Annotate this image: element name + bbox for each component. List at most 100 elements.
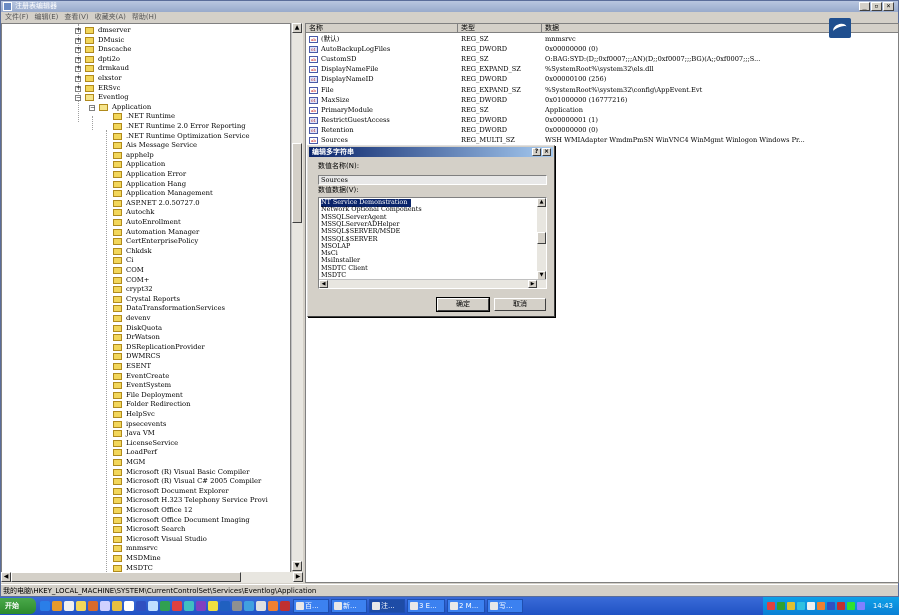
tree-item[interactable]: MGM [2,458,290,468]
tree-item[interactable]: CertEnterprisePolicy [2,237,290,247]
value-row[interactable]: 01 DisplayNameID REG_DWORD 0x00000100 (256) [306,74,898,84]
calendar-icon[interactable] [256,601,266,611]
value-row[interactable]: ab CustomSD REG_SZ O:BAG:SYD:(D;;0xf0007;;;… [306,54,898,64]
value-row[interactable]: ab DisplayNameFile REG_EXPAND_SZ %SystemRoo… [306,64,898,74]
tray-security-icon[interactable] [837,602,845,610]
tree-item[interactable]: .NET Runtime Optimization Service [2,132,290,142]
document-icon[interactable] [124,601,134,611]
scroll-up-arrow-icon[interactable]: ▲ [292,23,302,33]
task-button-6[interactable]: 写... [487,599,523,613]
value-name-field[interactable]: Sources [318,175,547,185]
tree-vertical-scrollbar[interactable]: ▲ ▼ [291,23,303,571]
tree-item[interactable]: Crystal Reports [2,295,290,305]
menu-view[interactable]: 查看(V) [64,12,88,22]
tree-item[interactable]: Microsoft Document Explorer [2,487,290,497]
tree-item[interactable]: LicenseService [2,439,290,449]
tree-item[interactable]: + drmkaud [2,64,290,74]
dialog-title-bar[interactable]: 编辑多字符串 ? × [309,147,553,157]
tree-item[interactable]: Autochk [2,208,290,218]
tree-item[interactable]: Microsoft Search [2,525,290,535]
column-type[interactable]: 类型 [458,24,542,33]
chart-icon[interactable] [160,601,170,611]
textarea-scroll-thumb[interactable] [537,232,546,244]
textarea-scroll-right-icon[interactable]: ▶ [528,280,537,288]
task-button-2[interactable]: 新... [331,599,367,613]
tree-expander-icon[interactable]: + [75,76,81,82]
tree-item[interactable]: DWMRCS [2,352,290,362]
menu-edit[interactable]: 编辑(E) [35,12,59,22]
tray-misc-icon[interactable] [857,602,865,610]
task-button-4[interactable]: 3 E... [407,599,445,613]
tree-item[interactable]: Microsoft (R) Visual Basic Compiler [2,468,290,478]
dialog-close-button[interactable]: × [542,148,551,156]
task-button-5[interactable]: 2 M... [447,599,485,613]
tree-item[interactable]: + DMusic [2,36,290,46]
dialog-help-button[interactable]: ? [532,148,541,156]
textarea-scroll-left-icon[interactable]: ◀ [319,280,328,288]
tree-horizontal-scrollbar[interactable]: ◀ ▶ [1,572,303,583]
tree-item[interactable]: Chkdsk [2,247,290,257]
star-icon[interactable] [208,601,218,611]
music-icon[interactable] [172,601,182,611]
tree-item[interactable]: HelpSvc [2,410,290,420]
security-icon[interactable] [280,601,290,611]
value-row[interactable]: ab File REG_EXPAND_SZ %SystemRoot%\system32… [306,85,898,95]
menu-file[interactable]: 文件(F) [5,12,29,22]
tree-hscroll-thumb[interactable] [11,572,241,582]
tree-item[interactable]: Automation Manager [2,228,290,238]
network-icon[interactable] [196,601,206,611]
textarea-scroll-up-icon[interactable]: ▲ [537,198,546,207]
photo-icon[interactable] [184,601,194,611]
tray-chat-icon[interactable] [817,602,825,610]
tree-item[interactable]: Folder Redirection [2,400,290,410]
minimize-button[interactable]: _ [859,2,870,11]
title-bar[interactable]: 注册表编辑器 _ ▫ × [1,1,898,12]
value-row[interactable]: 01 MaxSize REG_DWORD 0x01000000 (16777216) [306,95,898,105]
tree-item[interactable]: Application Hang [2,180,290,190]
tree-item[interactable]: ipsecevents [2,420,290,430]
task-button-1[interactable]: 百... [293,599,329,613]
tree-item[interactable]: + Dnscache [2,45,290,55]
scroll-down-arrow-icon[interactable]: ▼ [292,561,302,571]
tree-item[interactable]: Application [2,160,290,170]
mail-icon[interactable] [100,601,110,611]
value-row[interactable]: ab PrimaryModule REG_SZ Application [306,105,898,115]
tree-item[interactable]: + elxstor [2,74,290,84]
tree-item[interactable]: AutoEnrollment [2,218,290,228]
tree-item[interactable]: mnmsrvc [2,544,290,554]
tree-item[interactable]: DrWatson [2,333,290,343]
value-row[interactable]: 01 RestrictGuestAccess REG_DWORD 0x00000001… [306,115,898,125]
tray-antivirus-icon[interactable] [787,602,795,610]
tree-expander-icon[interactable]: + [75,56,81,63]
tree-item[interactable]: Ci [2,256,290,266]
tree-item[interactable]: Microsoft H.323 Telephony Service Provi [2,496,290,506]
menu-favorites[interactable]: 收藏夹(A) [95,12,126,22]
tray-update-icon[interactable] [807,602,815,610]
textarea-vertical-scrollbar[interactable]: ▲ ▼ [537,198,546,280]
tree-item[interactable]: Application Error [2,170,290,180]
tree-item[interactable]: LoadPerf [2,448,290,458]
value-row[interactable]: 01 AutoBackupLogFiles REG_DWORD 0x00000000 … [306,44,898,54]
value-data-textarea[interactable]: NT Service Demonstration Network Optional… [318,197,547,289]
task-button-registry[interactable]: 注... [369,599,405,613]
tree-expander-icon[interactable]: + [75,28,81,34]
maximize-button[interactable]: ▫ [871,2,882,11]
media-icon[interactable] [52,601,62,611]
tree-item[interactable]: apphelp [2,151,290,161]
tree-item[interactable]: COM [2,266,290,276]
tree-item[interactable]: ASP.NET 2.0.50727.0 [2,199,290,209]
tree-item[interactable]: MSDMine [2,554,290,564]
tree-item[interactable]: EventSystem [2,381,290,391]
tree-item-application[interactable]: − Application [2,103,290,113]
scroll-right-arrow-icon[interactable]: ▶ [293,572,303,582]
tree-item[interactable]: + dpti2o [2,55,290,65]
column-name[interactable]: 名称 [306,24,458,33]
tree-item[interactable]: Java VM [2,429,290,439]
tree-item[interactable]: devenv [2,314,290,324]
tree-item[interactable]: Microsoft Visual Studio [2,535,290,545]
tree-expander-icon[interactable]: + [75,66,81,73]
menu-help[interactable]: 帮助(H) [132,12,157,22]
registry-tree[interactable]: + dmserver + DMusic + Dnscache + dpti2o + drmkaud… [1,23,291,583]
tree-item[interactable]: + dmserver [2,26,290,36]
start-button[interactable]: 开始 [0,598,36,614]
